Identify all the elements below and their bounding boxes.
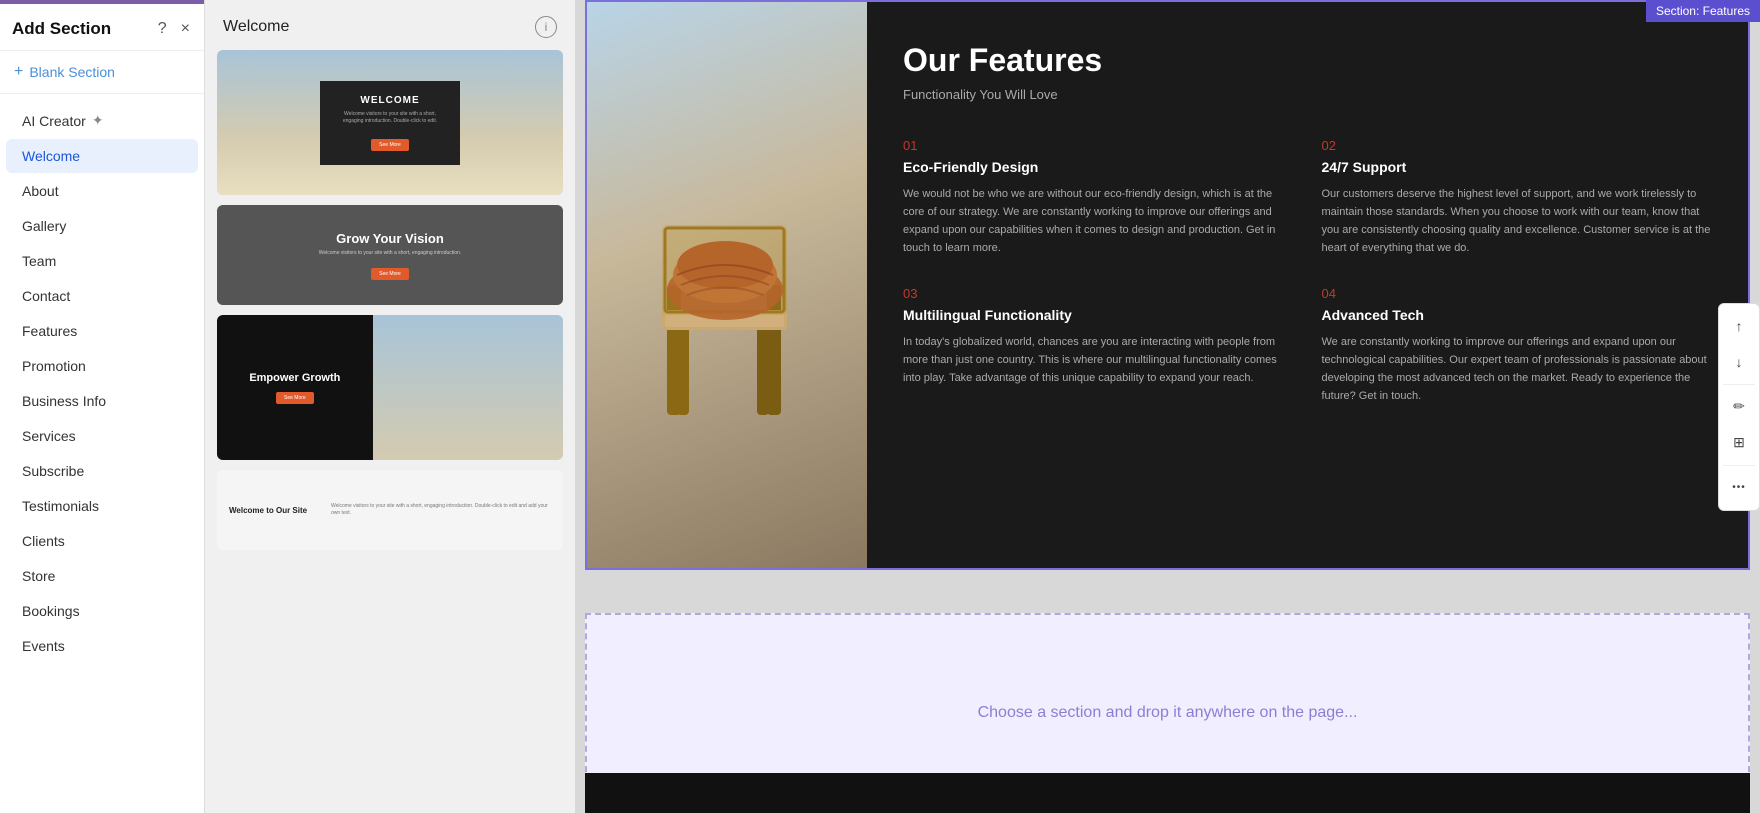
chair-container — [587, 2, 867, 568]
move-down-button[interactable]: ↓ — [1723, 346, 1755, 378]
ai-sparkle-icon: ✦ — [92, 112, 104, 129]
features-content: Our Features Functionality You Will Love… — [867, 2, 1748, 568]
plus-icon: + — [14, 63, 23, 81]
nav-item-testimonials[interactable]: Testimonials — [6, 489, 198, 523]
help-button[interactable]: ? — [156, 18, 169, 40]
empower-btn: See More — [276, 392, 314, 404]
middle-header: Welcome i — [205, 0, 575, 50]
features-grid: 01 Eco-Friendly Design We would not be w… — [903, 138, 1712, 405]
more-options-button[interactable]: ••• — [1723, 472, 1755, 504]
features-section: Our Features Functionality You Will Love… — [585, 0, 1750, 570]
edit-button[interactable]: ✏ — [1723, 391, 1755, 423]
empower-left: Empower Growth See More — [217, 315, 373, 460]
feature-desc-2: Our customers deserve the highest level … — [1322, 185, 1713, 258]
toolbar-divider-2 — [1723, 465, 1755, 466]
nav-item-team[interactable]: Team — [6, 244, 198, 278]
header-icons: ? × — [156, 18, 192, 40]
nav-item-clients[interactable]: Clients — [6, 524, 198, 558]
template-welcome2[interactable]: Welcome to Our Site Welcome visitors to … — [217, 470, 563, 550]
feature-name-3: Multilingual Functionality — [903, 307, 1294, 323]
welcome2-left: Welcome to Our Site — [229, 506, 319, 515]
side-toolbar: ↑ ↓ ✏ ⊞ ••• — [1718, 303, 1760, 511]
middle-panel: Welcome i WELCOME Welcome visitors to yo… — [205, 0, 575, 813]
feature-num-1: 01 — [903, 138, 1294, 153]
empower-right — [373, 315, 563, 460]
features-title: Our Features — [903, 42, 1712, 79]
ai-creator-label: AI Creator — [22, 113, 86, 129]
nav-item-subscribe[interactable]: Subscribe — [6, 454, 198, 488]
chair-illustration — [637, 145, 817, 425]
welcome2-right: Welcome visitors to your site with a sho… — [331, 503, 551, 518]
left-header: Add Section ? × — [0, 4, 204, 51]
middle-header-title: Welcome — [223, 18, 289, 36]
layers-button[interactable]: ⊞ — [1723, 427, 1755, 459]
bottom-bar — [585, 773, 1750, 813]
welcome-box-text: Welcome visitors to your site with a sho… — [342, 111, 438, 125]
template-empower[interactable]: Empower Growth See More — [217, 315, 563, 460]
blank-section-button[interactable]: + Blank Section — [0, 51, 204, 94]
templates-list: WELCOME Welcome visitors to your site wi… — [205, 50, 575, 813]
ai-creator-item[interactable]: AI Creator ✦ — [6, 103, 198, 138]
welcome-box-btn: See More — [371, 139, 409, 151]
template-welcome[interactable]: WELCOME Welcome visitors to your site wi… — [217, 50, 563, 195]
grow-btn: See More — [371, 268, 409, 280]
feature-desc-3: In today's globalized world, chances are… — [903, 333, 1294, 387]
feature-desc-4: We are constantly working to improve our… — [1322, 333, 1713, 406]
feature-desc-1: We would not be who we are without our e… — [903, 185, 1294, 258]
features-image — [587, 2, 867, 568]
feature-item-3: 03 Multilingual Functionality In today's… — [903, 286, 1294, 406]
feature-num-2: 02 — [1322, 138, 1713, 153]
welcome-box: WELCOME Welcome visitors to your site wi… — [320, 81, 460, 165]
feature-item-1: 01 Eco-Friendly Design We would not be w… — [903, 138, 1294, 258]
grow-content: Grow Your Vision Welcome visitors to you… — [319, 231, 461, 280]
feature-item-2: 02 24/7 Support Our customers deserve th… — [1322, 138, 1713, 258]
nav-item-promotion[interactable]: Promotion — [6, 349, 198, 383]
nav-item-about[interactable]: About — [6, 174, 198, 208]
close-button[interactable]: × — [179, 18, 192, 40]
empower-title: Empower Growth — [249, 372, 340, 384]
section-label: Section: Features — [1646, 0, 1760, 22]
grow-text: Welcome visitors to your site with a sho… — [319, 250, 461, 256]
template-welcome2-preview: Welcome to Our Site Welcome visitors to … — [217, 470, 563, 550]
nav-item-events[interactable]: Events — [6, 629, 198, 663]
right-panel: Section: Features — [575, 0, 1760, 813]
blank-section-label: Blank Section — [29, 64, 115, 80]
panel-title: Add Section — [12, 19, 111, 39]
nav-item-gallery[interactable]: Gallery — [6, 209, 198, 243]
feature-name-4: Advanced Tech — [1322, 307, 1713, 323]
info-icon[interactable]: i — [535, 16, 557, 38]
toolbar-divider-1 — [1723, 384, 1755, 385]
feature-num-4: 04 — [1322, 286, 1713, 301]
nav-item-bookings[interactable]: Bookings — [6, 594, 198, 628]
grow-title: Grow Your Vision — [319, 231, 461, 246]
nav-item-services[interactable]: Services — [6, 419, 198, 453]
nav-item-store[interactable]: Store — [6, 559, 198, 593]
nav-item-business-info[interactable]: Business Info — [6, 384, 198, 418]
feature-name-1: Eco-Friendly Design — [903, 159, 1294, 175]
nav-list: AI Creator ✦ Welcome About Gallery Team … — [0, 94, 204, 813]
drop-zone-text: Choose a section and drop it anywhere on… — [978, 704, 1358, 722]
features-subtitle: Functionality You Will Love — [903, 87, 1712, 102]
template-grow-preview: Grow Your Vision Welcome visitors to you… — [217, 205, 563, 305]
move-up-button[interactable]: ↑ — [1723, 310, 1755, 342]
feature-num-3: 03 — [903, 286, 1294, 301]
template-welcome-preview: WELCOME Welcome visitors to your site wi… — [217, 50, 563, 195]
nav-item-features[interactable]: Features — [6, 314, 198, 348]
feature-name-2: 24/7 Support — [1322, 159, 1713, 175]
nav-item-contact[interactable]: Contact — [6, 279, 198, 313]
left-panel: Add Section ? × + Blank Section AI Creat… — [0, 0, 205, 813]
template-grow[interactable]: Grow Your Vision Welcome visitors to you… — [217, 205, 563, 305]
template-empower-preview: Empower Growth See More — [217, 315, 563, 460]
welcome-box-title: WELCOME — [342, 95, 438, 106]
nav-item-welcome[interactable]: Welcome — [6, 139, 198, 173]
feature-item-4: 04 Advanced Tech We are constantly worki… — [1322, 286, 1713, 406]
